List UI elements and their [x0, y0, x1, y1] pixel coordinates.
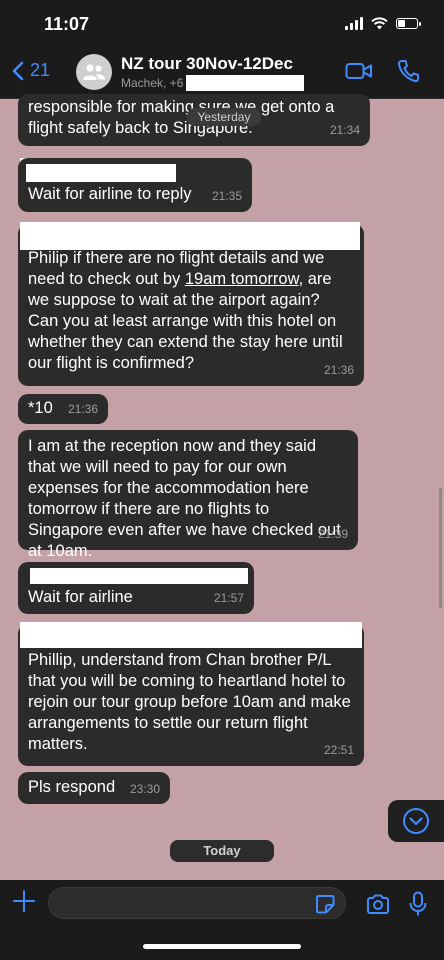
message-bubble[interactable]: I am at the reception now and they said …	[18, 430, 358, 560]
status-icons	[345, 17, 421, 30]
attach-button[interactable]	[13, 890, 35, 916]
message-time: 23:30	[129, 782, 160, 796]
scrollbar[interactable]	[439, 488, 442, 608]
message-time: 21:39	[317, 527, 348, 541]
unread-count: 21	[30, 60, 51, 80]
redaction-box	[26, 164, 176, 182]
message-time: 22:51	[323, 743, 354, 757]
plus-icon	[13, 890, 35, 912]
chevron-left-icon	[12, 61, 24, 80]
phone-icon	[397, 60, 419, 83]
message-bubble[interactable]: *10 21:36	[18, 394, 108, 424]
message-time: 21:34	[329, 123, 360, 137]
message-input[interactable]	[48, 887, 346, 919]
chevron-down-icon	[403, 808, 429, 834]
message-text: Wait for airline	[28, 588, 133, 606]
message-text-underlined[interactable]: 19am tomorrow	[185, 270, 299, 288]
message-time: 21:57	[213, 591, 244, 605]
redaction-box	[20, 622, 362, 648]
chat-title[interactable]: NZ tour 30Nov-12Dec	[121, 54, 293, 74]
message-text: I am at the reception now and they said …	[28, 437, 341, 560]
battery-icon	[396, 18, 421, 29]
date-separator-yesterday: Yesterday	[187, 108, 261, 126]
participants-text: Machek, +6	[121, 76, 184, 90]
date-separator-today: Today	[170, 840, 274, 862]
redaction-box	[20, 222, 360, 250]
voice-call-button[interactable]	[397, 59, 419, 88]
status-time: 11:07	[44, 14, 90, 34]
message-time: 21:36	[67, 402, 98, 416]
message-text: Phillip, understand from Chan brother P/…	[28, 651, 351, 753]
signal-icon	[345, 17, 363, 30]
message-time: 21:35	[211, 189, 242, 203]
camera-button[interactable]	[366, 894, 390, 919]
wifi-icon	[371, 17, 388, 30]
group-avatar-icon	[83, 64, 105, 80]
chat-header: 21 NZ tour 30Nov-12Dec Machek, +6	[0, 48, 444, 99]
message-text: Philip if there are no flight details an…	[28, 248, 354, 374]
scroll-to-bottom-button[interactable]	[388, 800, 444, 842]
home-indicator[interactable]	[143, 944, 301, 949]
group-avatar[interactable]	[76, 54, 112, 90]
microphone-icon	[409, 891, 427, 916]
redaction-box	[186, 75, 304, 91]
camera-icon	[367, 894, 389, 914]
message-text: Wait for airline to reply	[28, 185, 192, 203]
message-time: 21:36	[323, 363, 354, 377]
sticker-icon	[316, 895, 335, 914]
redaction-box	[30, 568, 248, 584]
back-button[interactable]: 21	[12, 60, 50, 81]
microphone-button[interactable]	[409, 891, 427, 922]
message-bubble[interactable]: Pls respond 23:30	[18, 772, 170, 804]
video-call-button[interactable]	[345, 61, 373, 86]
sticker-button[interactable]	[315, 894, 335, 919]
status-bar: 11:07	[0, 0, 444, 48]
video-call-icon	[345, 63, 372, 79]
